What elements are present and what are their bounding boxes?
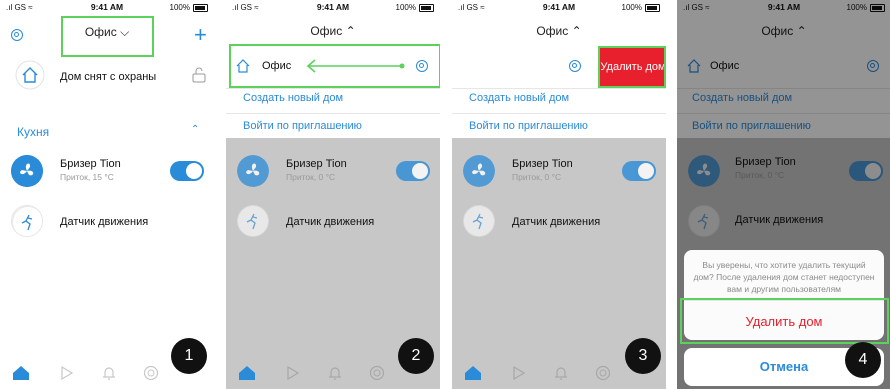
- home-title-selector[interactable]: Офис ⌃: [452, 24, 666, 38]
- step-badge: 3: [625, 338, 661, 374]
- step-badge: 2: [398, 338, 434, 374]
- screen-3: .ıl GS ≈ 9:41 AM 100% Офис ⌃ Удалить дом…: [452, 0, 666, 389]
- device-name: Бризер Tion: [286, 158, 347, 170]
- sensor-tab-icon[interactable]: [369, 365, 385, 381]
- room-name[interactable]: Кухня: [17, 125, 49, 139]
- play-tab-icon[interactable]: [286, 365, 300, 381]
- bell-tab-icon[interactable]: [328, 365, 342, 381]
- divider: [452, 88, 666, 89]
- home-icon: [15, 60, 45, 90]
- home-title-selector[interactable]: Офис ⌃: [226, 24, 440, 38]
- highlight-box-confirm: [680, 298, 889, 344]
- status-bar: .ıl GS ≈ 9:41 AM 100%: [452, 0, 666, 14]
- device-name: Бризер Tion: [512, 158, 573, 170]
- step-badge: 4: [845, 342, 881, 378]
- device-name: Датчик движения: [286, 216, 375, 228]
- device-toggle[interactable]: [396, 161, 430, 181]
- play-tab-icon[interactable]: [60, 365, 74, 381]
- create-home-link[interactable]: Создать новый дом: [469, 92, 569, 104]
- home-tab-icon[interactable]: [238, 365, 256, 381]
- fan-icon: [237, 155, 269, 187]
- screen-2: .ıl GS ≈ 9:41 AM 100% Офис ⌃ Офис Создат…: [226, 0, 440, 389]
- device-toggle[interactable]: [622, 161, 656, 181]
- home-tab-icon[interactable]: [464, 365, 482, 381]
- device-toggle[interactable]: [170, 161, 204, 181]
- motion-sensor-icon: [237, 205, 269, 237]
- battery-icon: [645, 4, 660, 12]
- bell-tab-icon[interactable]: [102, 365, 116, 381]
- sensor-tab-icon[interactable]: [595, 365, 611, 381]
- highlight-box-delete: [598, 46, 666, 88]
- battery-icon: [419, 4, 434, 12]
- device-name: Датчик движения: [60, 216, 149, 228]
- play-tab-icon[interactable]: [512, 365, 526, 381]
- join-invite-link[interactable]: Войти по приглашению: [243, 120, 362, 132]
- device-subtitle: Приток, 0 °C: [512, 172, 562, 182]
- battery-text: 100%: [395, 3, 416, 12]
- divider: [226, 113, 440, 114]
- motion-sensor-icon: [463, 205, 495, 237]
- highlight-box-home-row: [229, 44, 440, 88]
- status-bar: .ıl GS ≈ 9:41 AM 100%: [226, 0, 440, 14]
- device-subtitle: Приток, 15 °C: [60, 172, 114, 182]
- status-bar: .ıl GS ≈ 9:41 AM 100%: [0, 0, 214, 14]
- battery-text: 100%: [169, 3, 190, 12]
- bell-tab-icon[interactable]: [554, 365, 568, 381]
- battery-icon: [193, 4, 208, 12]
- step-badge: 1: [171, 338, 207, 374]
- device-name: Датчик движения: [512, 216, 601, 228]
- sensor-tab-icon[interactable]: [143, 365, 159, 381]
- home-tab-icon[interactable]: [12, 365, 30, 381]
- unlock-icon[interactable]: [192, 67, 206, 83]
- device-subtitle: Приток, 0 °C: [286, 172, 336, 182]
- create-home-link[interactable]: Создать новый дом: [243, 92, 343, 104]
- divider: [226, 88, 440, 89]
- fan-icon: [463, 155, 495, 187]
- battery-text: 100%: [621, 3, 642, 12]
- device-name: Бризер Tion: [60, 158, 121, 170]
- motion-sensor-icon: [11, 205, 43, 237]
- highlight-box-title: [61, 16, 154, 57]
- divider: [452, 113, 666, 114]
- home-settings-gear-icon[interactable]: [569, 60, 581, 72]
- security-status: Дом снят с охраны: [60, 71, 157, 83]
- join-invite-link[interactable]: Войти по приглашению: [469, 120, 588, 132]
- screen-1: .ıl GS ≈ 9:41 AM 100% Офис ⌵ + Дом снят …: [0, 0, 214, 389]
- screen-4: .ıl GS ≈ 9:41 AM 100% Офис ⌃ Офис Создат…: [677, 0, 890, 389]
- confirm-message: Вы уверены, что хотите удалить текущий д…: [693, 260, 875, 294]
- add-icon[interactable]: +: [194, 24, 207, 46]
- fan-icon: [11, 155, 43, 187]
- collapse-chevron-icon[interactable]: ⌃: [191, 124, 199, 135]
